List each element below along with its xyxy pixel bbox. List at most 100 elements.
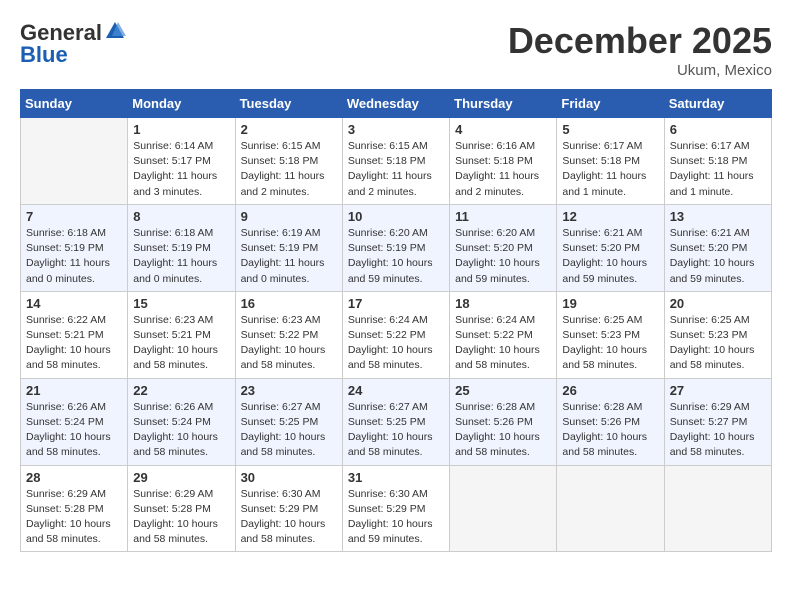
location: Ukum, Mexico [508,62,772,79]
calendar-week-row: 28 Sunrise: 6:29 AMSunset: 5:28 PMDayligh… [21,465,772,552]
day-info: Sunrise: 6:30 AMSunset: 5:29 PMDaylight:… [348,487,444,548]
calendar-header-tuesday: Tuesday [235,90,342,118]
logo: General Blue [20,20,126,68]
day-number: 12 [562,209,658,224]
day-number: 9 [241,209,337,224]
calendar-cell [664,465,771,552]
day-number: 4 [455,122,551,137]
day-info: Sunrise: 6:27 AMSunset: 5:25 PMDaylight:… [348,400,444,461]
day-number: 31 [348,470,444,485]
calendar-header-wednesday: Wednesday [342,90,449,118]
calendar-header-saturday: Saturday [664,90,771,118]
day-info: Sunrise: 6:25 AMSunset: 5:23 PMDaylight:… [670,313,766,374]
day-number: 10 [348,209,444,224]
day-info: Sunrise: 6:21 AMSunset: 5:20 PMDaylight:… [670,226,766,287]
calendar-cell: 11Sunrise: 6:20 AMSunset: 5:20 PMDayligh… [450,204,557,291]
day-number: 30 [241,470,337,485]
day-info: Sunrise: 6:18 AMSunset: 5:19 PMDaylight:… [133,226,229,287]
day-info: Sunrise: 6:24 AMSunset: 5:22 PMDaylight:… [455,313,551,374]
calendar-cell: 5Sunrise: 6:17 AMSunset: 5:18 PMDaylight… [557,118,664,205]
day-info: Sunrise: 6:29 AMSunset: 5:28 PMDaylight:… [133,487,229,548]
calendar-cell: 7 Sunrise: 6:18 AMSunset: 5:19 PMDaylight… [21,204,128,291]
day-number: 18 [455,296,551,311]
month-title: December 2025 [508,20,772,62]
day-number: 24 [348,383,444,398]
calendar-cell: 4 Sunrise: 6:16 AMSunset: 5:18 PMDaylight… [450,118,557,205]
day-number: 25 [455,383,551,398]
day-number: 16 [241,296,337,311]
day-info: Sunrise: 6:20 AMSunset: 5:19 PMDaylight:… [348,226,444,287]
day-info: Sunrise: 6:19 AMSunset: 5:19 PMDaylight:… [241,226,337,287]
logo-icon [104,20,126,42]
calendar-week-row: 1 Sunrise: 6:14 AMSunset: 5:17 PMDaylight… [21,118,772,205]
calendar-cell: 19Sunrise: 6:25 AMSunset: 5:23 PMDayligh… [557,291,664,378]
calendar-cell: 29 Sunrise: 6:29 AMSunset: 5:28 PMDayligh… [128,465,235,552]
day-number: 8 [133,209,229,224]
day-number: 17 [348,296,444,311]
day-info: Sunrise: 6:27 AMSunset: 5:25 PMDaylight:… [241,400,337,461]
day-info: Sunrise: 6:24 AMSunset: 5:22 PMDaylight:… [348,313,444,374]
logo-blue-text: Blue [20,42,68,68]
calendar-cell: 16 Sunrise: 6:23 AMSunset: 5:22 PMDayligh… [235,291,342,378]
day-info: Sunrise: 6:15 AMSunset: 5:18 PMDaylight:… [241,139,337,200]
day-info: Sunrise: 6:23 AMSunset: 5:22 PMDaylight:… [241,313,337,374]
day-info: Sunrise: 6:17 AMSunset: 5:18 PMDaylight:… [670,139,766,200]
calendar-cell: 9 Sunrise: 6:19 AMSunset: 5:19 PMDaylight… [235,204,342,291]
calendar-week-row: 7 Sunrise: 6:18 AMSunset: 5:19 PMDaylight… [21,204,772,291]
day-info: Sunrise: 6:26 AMSunset: 5:24 PMDaylight:… [133,400,229,461]
day-number: 2 [241,122,337,137]
page-header: General Blue December 2025 Ukum, Mexico [20,20,772,79]
day-number: 28 [26,470,122,485]
day-info: Sunrise: 6:30 AMSunset: 5:29 PMDaylight:… [241,487,337,548]
day-info: Sunrise: 6:14 AMSunset: 5:17 PMDaylight:… [133,139,229,200]
day-number: 7 [26,209,122,224]
calendar-cell: 28 Sunrise: 6:29 AMSunset: 5:28 PMDayligh… [21,465,128,552]
day-info: Sunrise: 6:26 AMSunset: 5:24 PMDaylight:… [26,400,122,461]
calendar-cell: 2 Sunrise: 6:15 AMSunset: 5:18 PMDaylight… [235,118,342,205]
calendar-cell: 24 Sunrise: 6:27 AMSunset: 5:25 PMDayligh… [342,378,449,465]
calendar-cell: 21 Sunrise: 6:26 AMSunset: 5:24 PMDayligh… [21,378,128,465]
day-number: 15 [133,296,229,311]
calendar-cell: 23 Sunrise: 6:27 AMSunset: 5:25 PMDayligh… [235,378,342,465]
calendar-cell: 14Sunrise: 6:22 AMSunset: 5:21 PMDayligh… [21,291,128,378]
day-info: Sunrise: 6:21 AMSunset: 5:20 PMDaylight:… [562,226,658,287]
calendar-cell: 18 Sunrise: 6:24 AMSunset: 5:22 PMDayligh… [450,291,557,378]
calendar-cell: 13 Sunrise: 6:21 AMSunset: 5:20 PMDayligh… [664,204,771,291]
day-number: 14 [26,296,122,311]
calendar-header-row: SundayMondayTuesdayWednesdayThursdayFrid… [21,90,772,118]
day-info: Sunrise: 6:29 AMSunset: 5:28 PMDaylight:… [26,487,122,548]
day-info: Sunrise: 6:18 AMSunset: 5:19 PMDaylight:… [26,226,122,287]
calendar-cell: 3Sunrise: 6:15 AMSunset: 5:18 PMDaylight… [342,118,449,205]
day-number: 27 [670,383,766,398]
day-number: 26 [562,383,658,398]
calendar-header-monday: Monday [128,90,235,118]
day-number: 21 [26,383,122,398]
day-number: 20 [670,296,766,311]
day-info: Sunrise: 6:23 AMSunset: 5:21 PMDaylight:… [133,313,229,374]
calendar-cell: 30 Sunrise: 6:30 AMSunset: 5:29 PMDayligh… [235,465,342,552]
calendar-cell [557,465,664,552]
title-block: December 2025 Ukum, Mexico [508,20,772,79]
day-number: 13 [670,209,766,224]
calendar-week-row: 14Sunrise: 6:22 AMSunset: 5:21 PMDayligh… [21,291,772,378]
calendar-cell: 15 Sunrise: 6:23 AMSunset: 5:21 PMDayligh… [128,291,235,378]
calendar-cell: 10 Sunrise: 6:20 AMSunset: 5:19 PMDayligh… [342,204,449,291]
calendar-cell: 12 Sunrise: 6:21 AMSunset: 5:20 PMDayligh… [557,204,664,291]
day-number: 23 [241,383,337,398]
calendar-table: SundayMondayTuesdayWednesdayThursdayFrid… [20,89,772,552]
day-info: Sunrise: 6:29 AMSunset: 5:27 PMDaylight:… [670,400,766,461]
day-info: Sunrise: 6:16 AMSunset: 5:18 PMDaylight:… [455,139,551,200]
calendar-cell: 26 Sunrise: 6:28 AMSunset: 5:26 PMDayligh… [557,378,664,465]
calendar-cell: 17 Sunrise: 6:24 AMSunset: 5:22 PMDayligh… [342,291,449,378]
day-info: Sunrise: 6:17 AMSunset: 5:18 PMDaylight:… [562,139,658,200]
day-number: 6 [670,122,766,137]
calendar-header-friday: Friday [557,90,664,118]
day-number: 29 [133,470,229,485]
day-number: 19 [562,296,658,311]
calendar-cell: 8 Sunrise: 6:18 AMSunset: 5:19 PMDaylight… [128,204,235,291]
day-info: Sunrise: 6:28 AMSunset: 5:26 PMDaylight:… [562,400,658,461]
day-info: Sunrise: 6:20 AMSunset: 5:20 PMDaylight:… [455,226,551,287]
day-number: 1 [133,122,229,137]
day-number: 3 [348,122,444,137]
day-number: 22 [133,383,229,398]
